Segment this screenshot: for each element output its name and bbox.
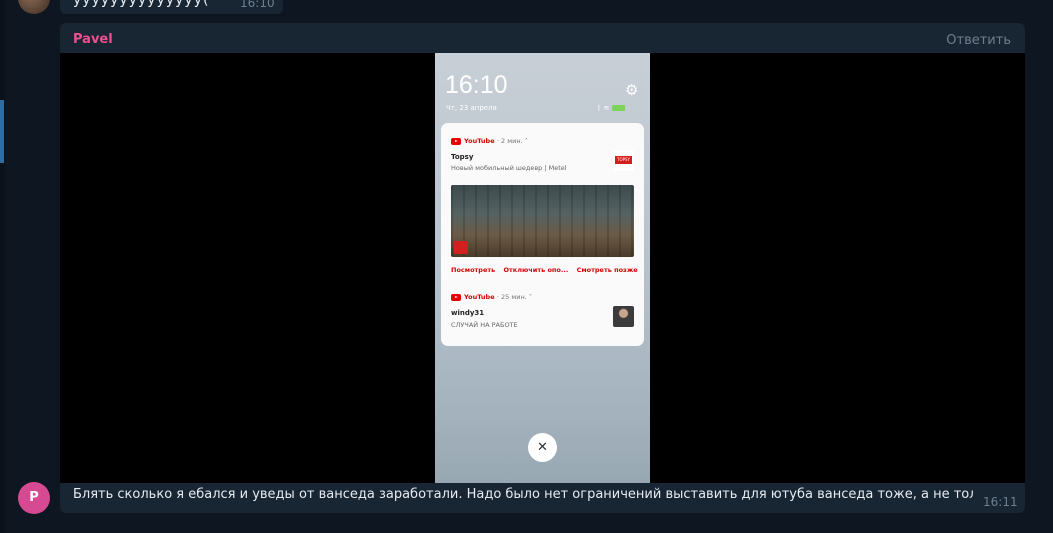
reply-button[interactable]: Ответить [946, 33, 1011, 48]
notification-header: YouTube · 2 мин. ˄ [451, 137, 528, 145]
selected-chat-indicator [0, 100, 4, 163]
notification-header: YouTube · 25 мин. ˅ [451, 293, 532, 301]
previous-message-text: уууууууууууууу( [73, 0, 210, 8]
message-caption: Блять сколько я ебался и уведы от вансед… [73, 487, 973, 502]
previous-message-time: 16:10 [240, 0, 275, 10]
status-bar-icons: ᛒ ≋ [597, 104, 625, 112]
action-watch-later: Смотреть позже [576, 266, 638, 274]
action-watch: Посмотреть [451, 266, 496, 274]
close-icon: ✕ [528, 433, 557, 462]
avatar[interactable] [18, 0, 50, 14]
avatar [613, 306, 634, 327]
notification-title: windy31 [451, 309, 485, 317]
action-disable: Отключить опо... [503, 266, 569, 274]
lockscreen-clock: 16:10 [445, 71, 508, 99]
video-thumbnail [451, 185, 634, 257]
youtube-icon [451, 293, 461, 301]
notification-title: Topsy [451, 153, 474, 161]
gear-icon: ⚙ [625, 81, 639, 99]
notification-card: YouTube · 2 мин. ˄ Topsy Новый мобильный… [441, 123, 644, 346]
notification-subtitle: Новый мобильный шедевр | Metel [451, 164, 567, 172]
notification-subtitle: СЛУЧАЙ НА РАБОТЕ [451, 321, 518, 329]
message-time: 16:11 [983, 495, 1018, 509]
left-panel-edge [0, 0, 5, 533]
channel-badge-icon [454, 241, 468, 254]
notification-actions: Посмотреть Отключить опо... Смотреть поз… [451, 266, 644, 274]
youtube-icon [451, 137, 461, 145]
sender-name[interactable]: Pavel [73, 32, 113, 47]
channel-thumbnail: TOPSY [613, 150, 634, 171]
phone-screenshot[interactable]: 16:10 ⚙ Чт, 23 апреля ᛒ ≋ YouTube · 2 ми… [435, 53, 650, 483]
battery-icon [611, 105, 625, 111]
wifi-icon: ≋ [603, 104, 610, 112]
bluetooth-icon: ᛒ [597, 104, 602, 112]
avatar[interactable]: P [18, 482, 50, 514]
lockscreen-date: Чт, 23 апреля [446, 104, 497, 112]
